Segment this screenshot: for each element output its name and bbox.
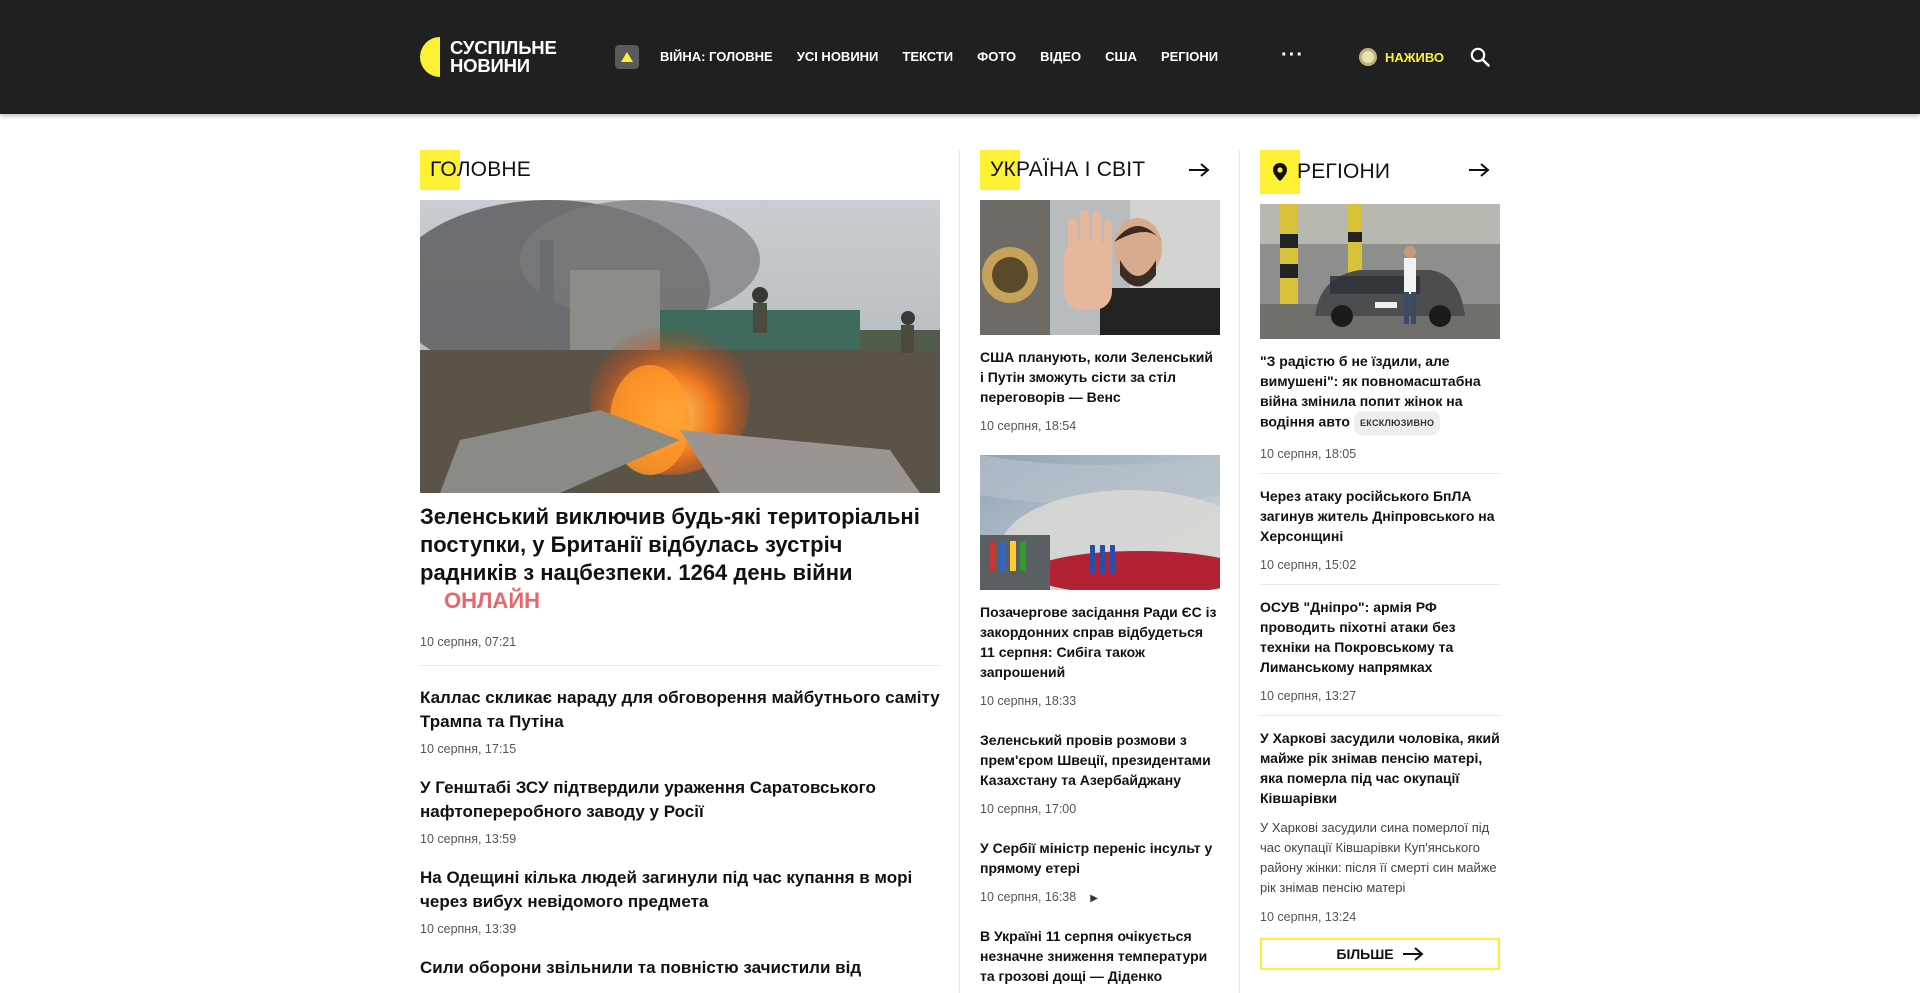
list-item[interactable]: Зеленський провів розмови з прем'єром Шв… (980, 730, 1220, 816)
news-photo[interactable] (980, 455, 1220, 590)
column-divider (959, 150, 960, 993)
list-item[interactable]: У Генштабі ЗСУ підтвердили ураження Сара… (420, 776, 940, 846)
news-photo[interactable] (1260, 204, 1500, 339)
online-badge: ОНЛАЙН (444, 588, 541, 613)
list-item[interactable]: У Сербії міністр переніс інсульт у прямо… (980, 838, 1220, 904)
war-badge-icon[interactable] (615, 45, 639, 69)
news-photo[interactable] (980, 200, 1220, 335)
list-item[interactable]: ОСУВ "Дніпро": армія РФ проводить піхотн… (1260, 597, 1500, 703)
ukraine-world-section: УКРАЇНА І СВІТ США планують, коли Зеленс… (980, 150, 1220, 986)
nav-war-main[interactable]: ВІЙНА: ГОЛОВНЕ (660, 49, 773, 64)
list-item[interactable]: Через атаку російського БпЛА загинув жит… (1260, 486, 1500, 572)
list-item[interactable]: Позачергове засідання Ради ЄС із закордо… (980, 602, 1220, 708)
arrow-right-icon[interactable] (1188, 162, 1210, 178)
nav-all-news[interactable]: УСІ НОВИНИ (797, 49, 879, 64)
lead-date: 10 серпня, 07:21 (420, 635, 517, 649)
search-icon[interactable] (1470, 47, 1490, 67)
map-pin-icon (1273, 163, 1287, 181)
lead-photo[interactable] (420, 200, 940, 493)
list-item[interactable]: В Україні 11 серпня очікується незначне … (980, 926, 1220, 986)
arrow-right-icon[interactable] (1468, 162, 1490, 178)
lead-headline[interactable]: Зеленський виключив будь-які територіаль… (420, 503, 940, 615)
list-item[interactable]: Каллас скликає нараду для обговорення ма… (420, 686, 940, 756)
live-indicator-icon (1359, 48, 1377, 66)
live-button[interactable]: НАЖИВО (1359, 48, 1444, 66)
exclusive-badge: ЕКСКЛЮЗИВНО (1353, 411, 1441, 435)
live-label: НАЖИВО (1385, 49, 1445, 65)
nav-regions[interactable]: РЕГІОНИ (1161, 49, 1218, 64)
divider (1260, 715, 1500, 716)
logo-mark-icon (420, 37, 440, 77)
list-item[interactable]: США планують, коли Зеленський і Путін зм… (980, 347, 1220, 433)
list-item[interactable]: У Харкові засудили чоловіка, який майже … (1260, 728, 1500, 924)
list-item[interactable]: Сили оборони звільнили та повністю зачис… (420, 956, 940, 980)
main-news-section: ГОЛОВНЕ Зеленський виключив будь-які тер… (420, 150, 940, 980)
site-logo[interactable]: СУСПІЛЬНЕ НОВИНИ (420, 36, 557, 78)
section-title-world[interactable]: УКРАЇНА І СВІТ (980, 150, 1220, 190)
list-item[interactable]: "З радістю б не їздили, але вимушені": я… (1260, 351, 1500, 461)
main-nav: ВІЙНА: ГОЛОВНЕ УСІ НОВИНИ ТЕКСТИ ФОТО ВІ… (660, 49, 1242, 64)
arrow-right-icon (1402, 947, 1424, 961)
divider (420, 665, 940, 666)
nav-texts[interactable]: ТЕКСТИ (902, 49, 953, 64)
section-title-main[interactable]: ГОЛОВНЕ (420, 150, 940, 190)
logo-line-2: НОВИНИ (450, 55, 530, 76)
play-icon: ▶ (1090, 893, 1098, 904)
divider (1260, 473, 1500, 474)
section-title-regions[interactable]: РЕГІОНИ (1260, 150, 1500, 194)
nav-video[interactable]: ВІДЕО (1040, 49, 1081, 64)
site-header: СУСПІЛЬНЕ НОВИНИ ВІЙНА: ГОЛОВНЕ УСІ НОВИ… (0, 0, 1920, 114)
nav-photo[interactable]: ФОТО (977, 49, 1016, 64)
more-button[interactable]: БІЛЬШЕ (1260, 938, 1500, 970)
column-divider (1239, 150, 1240, 993)
regions-section: РЕГІОНИ "З радістю б не їздили, але виму… (1260, 150, 1500, 970)
more-menu-button[interactable]: ··· (1281, 44, 1304, 67)
divider (1260, 584, 1500, 585)
nav-usa[interactable]: США (1105, 49, 1137, 64)
list-item[interactable]: На Одещині кілька людей загинули під час… (420, 866, 940, 936)
